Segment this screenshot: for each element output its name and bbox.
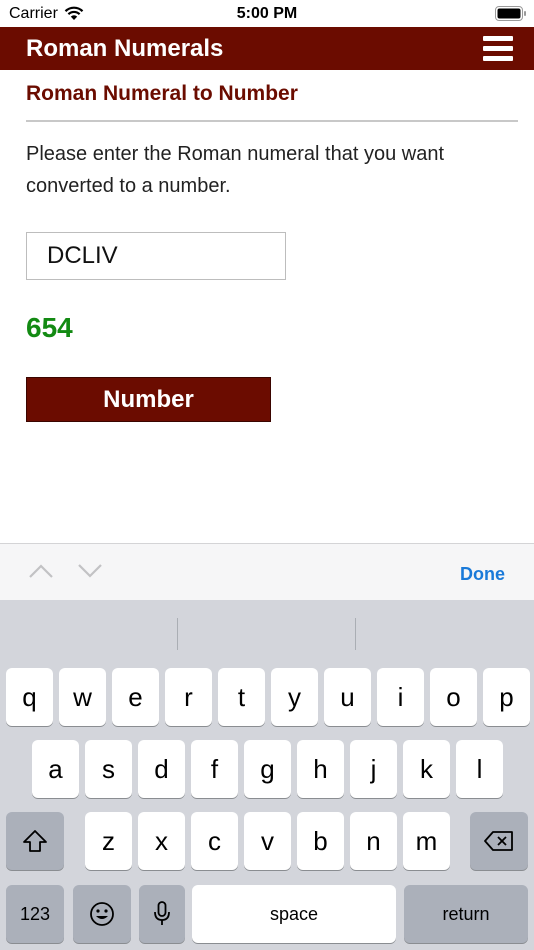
convert-to-number-button[interactable]: Number	[26, 377, 271, 422]
key-m[interactable]: m	[403, 812, 450, 870]
key-z[interactable]: z	[85, 812, 132, 870]
chevron-up-icon[interactable]	[27, 559, 55, 583]
key-a[interactable]: a	[32, 740, 79, 798]
numbers-key[interactable]: 123	[6, 885, 64, 943]
key-y[interactable]: y	[271, 668, 318, 726]
key-b[interactable]: b	[297, 812, 344, 870]
space-key[interactable]: space	[192, 885, 396, 943]
hamburger-menu-icon[interactable]	[483, 36, 513, 61]
key-s[interactable]: s	[85, 740, 132, 798]
key-n[interactable]: n	[350, 812, 397, 870]
key-v[interactable]: v	[244, 812, 291, 870]
emoji-key[interactable]	[73, 885, 131, 943]
battery-icon	[495, 6, 526, 21]
key-e[interactable]: e	[112, 668, 159, 726]
microphone-key[interactable]	[139, 885, 185, 943]
key-h[interactable]: h	[297, 740, 344, 798]
suggestion-divider	[177, 618, 178, 650]
key-f[interactable]: f	[191, 740, 238, 798]
key-g[interactable]: g	[244, 740, 291, 798]
key-u[interactable]: u	[324, 668, 371, 726]
key-t[interactable]: t	[218, 668, 265, 726]
suggestion-divider	[355, 618, 356, 650]
instructions-text: Please enter the Roman numeral that you …	[26, 143, 445, 197]
return-key[interactable]: return	[404, 885, 528, 943]
key-p[interactable]: p	[483, 668, 530, 726]
keyboard: q w e r t y u i o p a s d f g h j k l z …	[0, 600, 534, 950]
key-d[interactable]: d	[138, 740, 185, 798]
chevron-down-icon[interactable]	[76, 559, 104, 583]
app-title: Roman Numerals	[26, 35, 224, 62]
key-k[interactable]: k	[403, 740, 450, 798]
key-c[interactable]: c	[191, 812, 238, 870]
result-value: 654	[26, 312, 73, 343]
backspace-icon	[484, 831, 513, 851]
key-r[interactable]: r	[165, 668, 212, 726]
status-time: 5:00 PM	[236, 5, 298, 22]
divider	[26, 120, 518, 122]
emoji-icon	[90, 902, 114, 926]
roman-numeral-input[interactable]	[26, 232, 286, 280]
keyboard-accessory-bar: Done	[0, 543, 534, 600]
key-i[interactable]: i	[377, 668, 424, 726]
app-header: Roman Numerals	[0, 27, 534, 70]
status-bar: Carrier 5:00 PM	[0, 0, 534, 27]
key-q[interactable]: q	[6, 668, 53, 726]
section-title: Roman Numeral to Number	[26, 82, 298, 105]
delete-key[interactable]	[470, 812, 528, 870]
key-l[interactable]: l	[456, 740, 503, 798]
key-w[interactable]: w	[59, 668, 106, 726]
microphone-icon	[154, 901, 170, 925]
shift-key[interactable]	[6, 812, 64, 870]
key-j[interactable]: j	[350, 740, 397, 798]
key-x[interactable]: x	[138, 812, 185, 870]
shift-icon	[23, 830, 47, 852]
key-o[interactable]: o	[430, 668, 477, 726]
done-button[interactable]: Done	[460, 564, 505, 585]
